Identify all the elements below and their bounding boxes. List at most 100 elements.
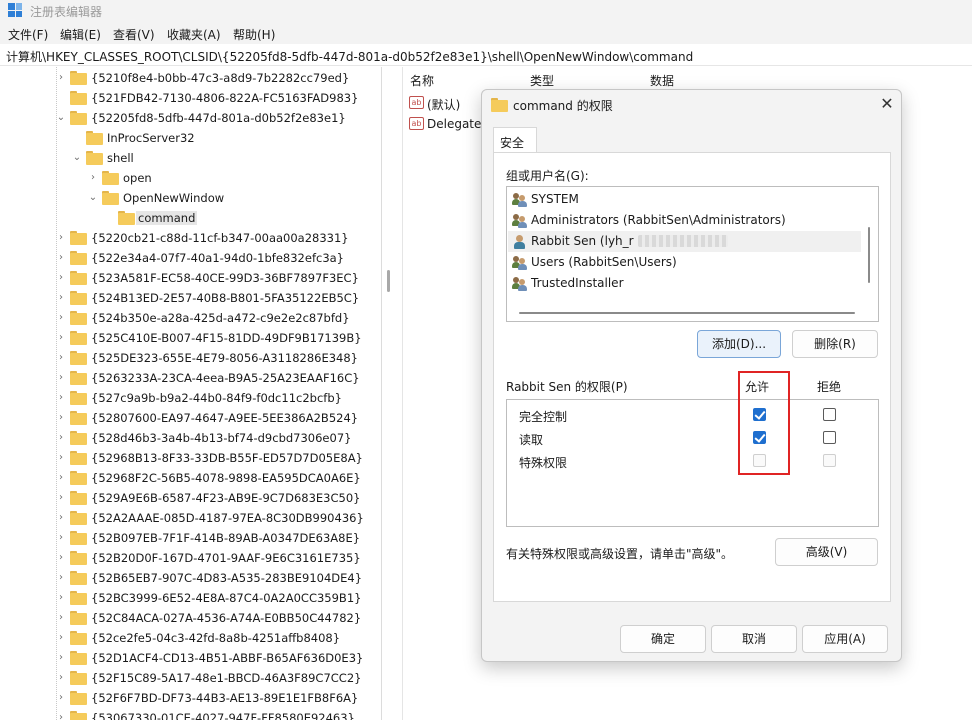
chevron-right-icon[interactable]: ›: [55, 392, 67, 404]
tree-item[interactable]: › {528d46b3-3a4b-4b13-bf74-d9cbd7306e07}: [0, 428, 380, 448]
chevron-right-icon[interactable]: ›: [55, 332, 67, 344]
tree-item[interactable]: › {52ce2fe5-04c3-42fd-8a8b-4251affb8408}: [0, 628, 380, 648]
tree-item[interactable]: › {523A581F-EC58-40CE-99D3-36BF7897F3EC}: [0, 268, 380, 288]
registry-tree[interactable]: › {5210f8e4-b0bb-47c3-a8d9-7b2282cc79ed}…: [0, 67, 396, 720]
tree-item[interactable]: › {52B097EB-7F1F-414B-89AB-A0347DE63A8E}: [0, 528, 380, 548]
tree-item[interactable]: › {522e34a4-07f7-40a1-94d0-1bfe832efc3a}: [0, 248, 380, 268]
group-users-icon: [512, 276, 528, 291]
chevron-right-icon[interactable]: ›: [55, 552, 67, 564]
tree-item[interactable]: › {52968F2C-56B5-4078-9898-EA595DCA0A6E}: [0, 468, 380, 488]
tree-item[interactable]: › {52968B13-8F33-33DB-B55F-ED57D7D05E8A}: [0, 448, 380, 468]
folder-icon: [70, 371, 88, 385]
chevron-right-icon[interactable]: ›: [55, 592, 67, 604]
tree-item[interactable]: › {524B13ED-2E57-40B8-B801-5FA35122EB5C}: [0, 288, 380, 308]
tree-item[interactable]: › open: [0, 168, 380, 188]
tree-item[interactable]: {521FDB42-7130-4806-822A-FC5163FAD983}: [0, 88, 380, 108]
chevron-right-icon[interactable]: ›: [55, 372, 67, 384]
tree-item[interactable]: › {52B65EB7-907C-4D83-A535-283BE9104DE4}: [0, 568, 380, 588]
tree-item[interactable]: ⌄ {52205fd8-5dfb-447d-801a-d0b52f2e83e1}: [0, 108, 380, 128]
chevron-right-icon[interactable]: ›: [55, 352, 67, 364]
tree-item[interactable]: › {52D1ACF4-CD13-4B51-ABBF-B65AF636D0E3}: [0, 648, 380, 668]
chevron-right-icon[interactable]: ›: [55, 312, 67, 324]
tree-item[interactable]: › {524b350e-a28a-425d-a472-c9e2e2c87bfd}: [0, 308, 380, 328]
chevron-right-icon[interactable]: ›: [55, 512, 67, 524]
chevron-right-icon[interactable]: ›: [55, 652, 67, 664]
deny-checkbox-full-control[interactable]: [823, 408, 836, 421]
user-list[interactable]: SYSTEM Administrators (RabbitSen\Adminis…: [506, 186, 879, 322]
chevron-down-icon[interactable]: ⌄: [55, 112, 67, 124]
chevron-right-icon[interactable]: ›: [55, 712, 67, 720]
user-name: Users (RabbitSen\Users): [531, 255, 677, 269]
list-item-user[interactable]: Users (RabbitSen\Users): [508, 252, 861, 273]
tree-item[interactable]: › {52F6F7BD-DF73-44B3-AE13-89E1E1FB8F6A}: [0, 688, 380, 708]
list-item-user-selected[interactable]: Rabbit Sen (lyh_r: [508, 231, 861, 252]
user-list-hscroll[interactable]: [519, 312, 855, 314]
chevron-right-icon[interactable]: ›: [55, 412, 67, 424]
remove-button[interactable]: 删除(R): [792, 330, 878, 358]
advanced-button[interactable]: 高级(V): [775, 538, 878, 566]
apply-button[interactable]: 应用(A): [802, 625, 888, 653]
folder-icon: [70, 251, 88, 265]
tree-item[interactable]: › {5263233A-23CA-4eea-B9A5-25A23EAAF16C}: [0, 368, 380, 388]
list-item-user[interactable]: SYSTEM: [508, 189, 861, 210]
ok-button[interactable]: 确定: [620, 625, 706, 653]
column-header-type[interactable]: 类型: [530, 72, 554, 89]
list-item-user[interactable]: Administrators (RabbitSen\Administrators…: [508, 210, 861, 231]
tree-item[interactable]: › {52F15C89-5A17-48e1-BBCD-46A3F89C7CC2}: [0, 668, 380, 688]
tree-item[interactable]: InProcServer32: [0, 128, 380, 148]
tree-item[interactable]: › {52B20D0F-167D-4701-9AAF-9E6C3161E735}: [0, 548, 380, 568]
chevron-right-icon[interactable]: ›: [55, 612, 67, 624]
chevron-right-icon[interactable]: ›: [55, 292, 67, 304]
cancel-button[interactable]: 取消: [711, 625, 797, 653]
chevron-right-icon[interactable]: ›: [55, 532, 67, 544]
address-bar[interactable]: 计算机\HKEY_CLASSES_ROOT\CLSID\{52205fd8-5d…: [0, 44, 972, 66]
tree-item[interactable]: › {52807600-EA97-4647-A9EE-5EE386A2B524}: [0, 408, 380, 428]
tree-item[interactable]: › {52C84ACA-027A-4536-A74A-E0BB50C44782}: [0, 608, 380, 628]
tree-item[interactable]: › {5220cb21-c88d-11cf-b347-00aa00a28331}: [0, 228, 380, 248]
chevron-right-icon[interactable]: ›: [55, 272, 67, 284]
menu-file[interactable]: 文件(F): [8, 26, 48, 43]
value-default[interactable]: (默认): [427, 96, 460, 113]
chevron-right-icon[interactable]: ›: [55, 492, 67, 504]
tree-item[interactable]: › {52BC3999-6E52-4E8A-87C4-0A2A0CC359B1}: [0, 588, 380, 608]
chevron-right-icon[interactable]: ›: [55, 252, 67, 264]
column-header-name[interactable]: 名称: [410, 72, 434, 89]
chevron-right-icon[interactable]: ›: [55, 72, 67, 84]
tree-item[interactable]: › {5210f8e4-b0bb-47c3-a8d9-7b2282cc79ed}: [0, 68, 380, 88]
tree-scrollbar-track[interactable]: [381, 67, 382, 720]
pane-splitter[interactable]: [387, 270, 390, 292]
list-item-user[interactable]: TrustedInstaller: [508, 273, 861, 294]
tree-item[interactable]: › {525C410E-B007-4F15-81DD-49DF9B17139B}: [0, 328, 380, 348]
user-list-vscroll[interactable]: [868, 227, 870, 283]
tree-item[interactable]: › {53067330-01CE-4027-947F-FF8580E92463}: [0, 708, 380, 720]
chevron-right-icon[interactable]: ›: [55, 452, 67, 464]
deny-checkbox-read[interactable]: [823, 431, 836, 444]
chevron-right-icon[interactable]: ›: [55, 692, 67, 704]
tree-item[interactable]: › {529A9E6B-6587-4F23-AB9E-9C7D683E3C50}: [0, 488, 380, 508]
menu-edit[interactable]: 编辑(E): [60, 26, 101, 43]
chevron-right-icon[interactable]: ›: [55, 432, 67, 444]
chevron-right-icon[interactable]: ›: [55, 232, 67, 244]
tree-item[interactable]: › {527c9a9b-b9a2-44b0-84f9-f0dc11c2bcfb}: [0, 388, 380, 408]
menu-view[interactable]: 查看(V): [113, 26, 155, 43]
close-icon[interactable]: ✕: [876, 93, 898, 115]
chevron-right-icon[interactable]: ›: [55, 632, 67, 644]
tree-item[interactable]: ⌄ OpenNewWindow: [0, 188, 380, 208]
tree-item[interactable]: › {52A2AAAE-085D-4187-97EA-8C30DB990436}: [0, 508, 380, 528]
tab-security[interactable]: 安全: [493, 127, 537, 153]
tree-item[interactable]: › {525DE323-655E-4E79-8056-A3118286E348}: [0, 348, 380, 368]
column-header-data[interactable]: 数据: [650, 72, 674, 89]
value-delegate[interactable]: Delegate: [427, 117, 481, 131]
chevron-right-icon[interactable]: ›: [55, 672, 67, 684]
chevron-down-icon[interactable]: ⌄: [87, 192, 99, 204]
add-button[interactable]: 添加(D)...: [697, 330, 781, 358]
chevron-right-icon[interactable]: ›: [55, 572, 67, 584]
menu-favorites[interactable]: 收藏夹(A): [167, 26, 221, 43]
tree-item[interactable]: ⌄ shell: [0, 148, 380, 168]
tree-item-selected[interactable]: command: [0, 208, 380, 228]
chevron-right-icon[interactable]: ›: [55, 472, 67, 484]
chevron-right-icon[interactable]: ›: [87, 172, 99, 184]
address-path[interactable]: 计算机\HKEY_CLASSES_ROOT\CLSID\{52205fd8-5d…: [6, 48, 693, 65]
chevron-down-icon[interactable]: ⌄: [71, 152, 83, 164]
menu-help[interactable]: 帮助(H): [233, 26, 275, 43]
